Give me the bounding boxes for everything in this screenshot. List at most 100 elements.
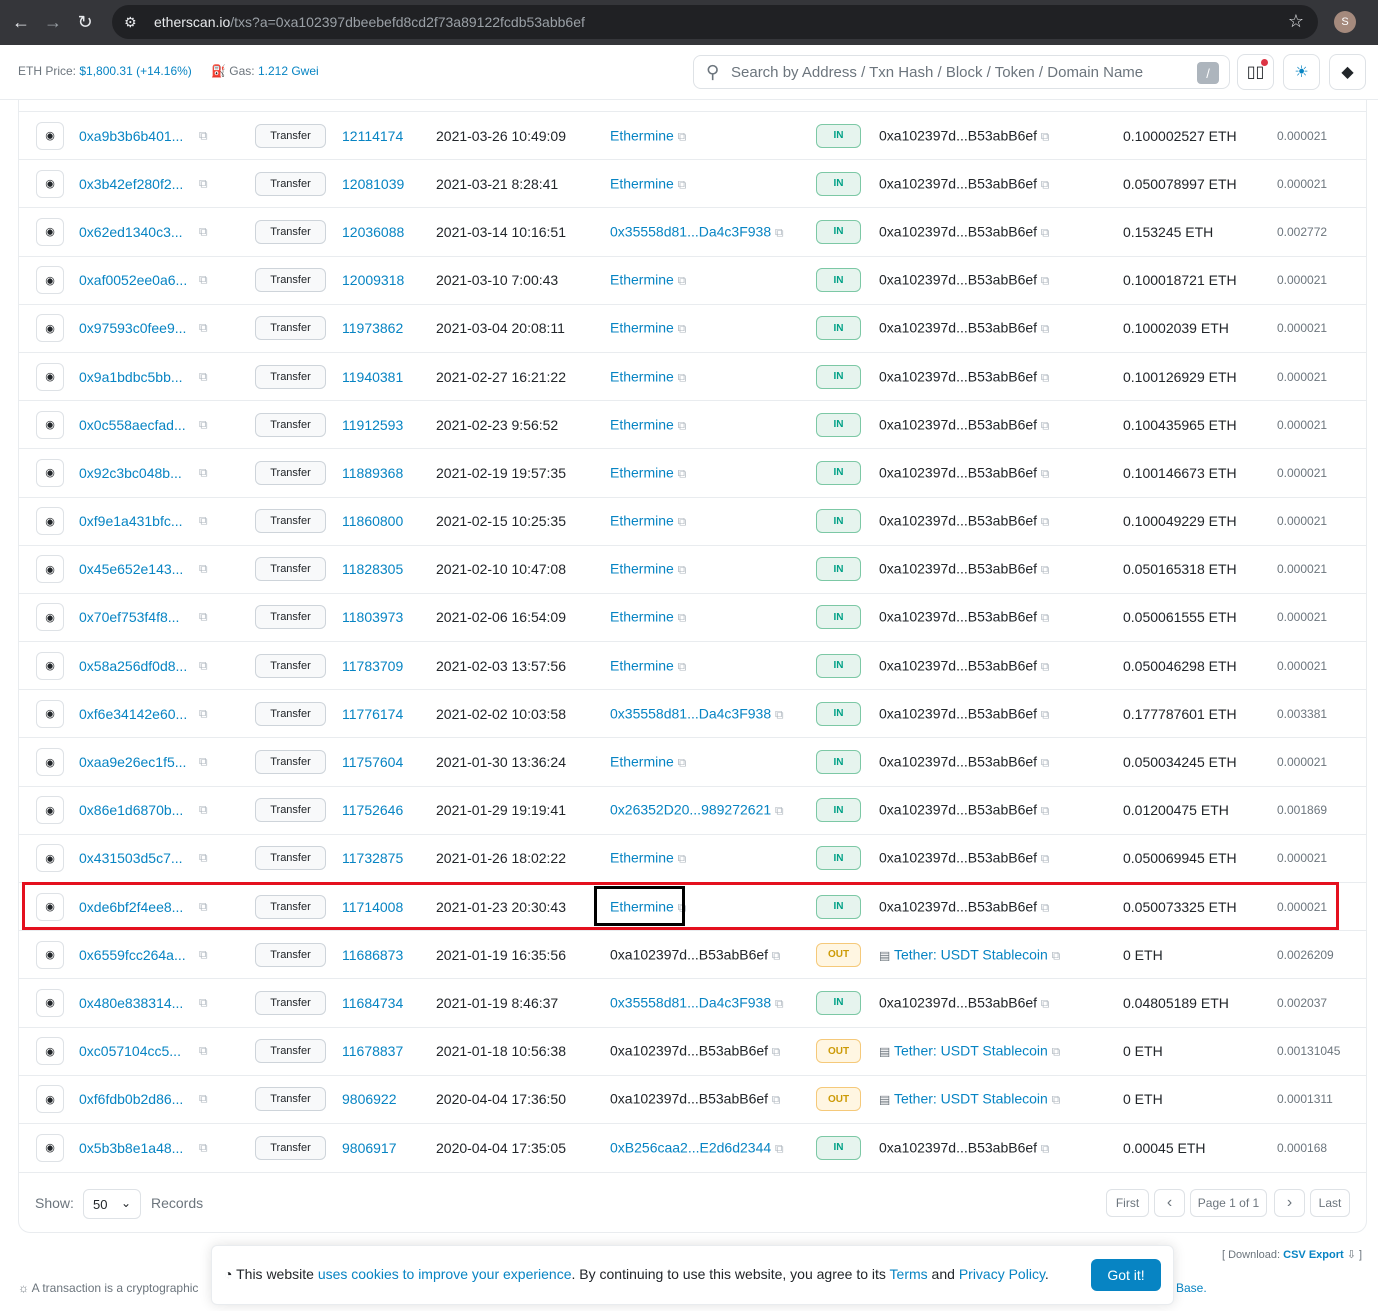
copy-icon[interactable]: ⧉ <box>772 948 781 962</box>
txn-hash-link[interactable]: 0x3b42ef280f2... <box>79 176 183 192</box>
copy-icon[interactable]: ⧉ <box>1041 418 1050 432</box>
next-page-button[interactable]: › <box>1274 1189 1305 1217</box>
txn-hash-link[interactable]: 0x97593c0fee9... <box>79 320 186 336</box>
view-details-button[interactable]: ◉ <box>36 1133 64 1162</box>
copy-icon[interactable]: ⧉ <box>1041 1141 1050 1155</box>
block-link[interactable]: 11684734 <box>342 995 403 1011</box>
block-link[interactable]: 9806917 <box>342 1140 397 1156</box>
from-address[interactable]: Ethermine ⧉ <box>610 898 686 915</box>
last-page-button[interactable]: Last <box>1310 1189 1350 1217</box>
copy-icon[interactable]: ⧉ <box>678 129 687 143</box>
block-link[interactable]: 11940381 <box>342 369 403 385</box>
copy-icon[interactable]: ⧉ <box>678 659 687 673</box>
whats-new-button[interactable]: ▯▯ <box>1237 54 1274 90</box>
copy-icon[interactable]: ⧉ <box>1041 515 1050 529</box>
copy-icon[interactable]: ⧉ <box>1041 177 1050 191</box>
view-details-button[interactable]: ◉ <box>36 507 64 536</box>
accept-cookies-button[interactable]: Got it! <box>1091 1259 1161 1291</box>
block-link[interactable]: 11803973 <box>342 609 403 625</box>
copy-icon[interactable]: ⧉ <box>199 1092 208 1107</box>
copy-icon[interactable]: ⧉ <box>678 370 687 384</box>
from-address-text[interactable]: Ethermine <box>610 609 674 625</box>
copy-icon[interactable]: ⧉ <box>678 756 687 770</box>
copy-icon[interactable]: ⧉ <box>678 900 687 914</box>
txn-hash-link[interactable]: 0x6559fcc264a... <box>79 947 186 963</box>
view-details-button[interactable]: ◉ <box>36 1037 64 1066</box>
block-link[interactable]: 11889368 <box>342 465 403 481</box>
address-bar[interactable]: ⚙ etherscan.io/txs?a=0xa102397dbeebefd8c… <box>112 5 1318 39</box>
view-details-button[interactable]: ◉ <box>36 844 64 873</box>
view-details-button[interactable]: ◉ <box>36 796 64 825</box>
network-switch-button[interactable]: ◆ <box>1329 54 1366 90</box>
copy-icon[interactable]: ⧉ <box>1041 852 1050 866</box>
txn-hash-link[interactable]: 0x92c3bc048b... <box>79 465 182 481</box>
search-input[interactable] <box>731 62 1181 82</box>
txn-hash-link[interactable]: 0x0c558aecfad... <box>79 417 186 433</box>
view-details-button[interactable]: ◉ <box>36 699 64 728</box>
to-address-text[interactable]: Tether: USDT Stablecoin <box>894 1091 1048 1107</box>
copy-icon[interactable]: ⧉ <box>199 1044 208 1059</box>
from-address[interactable]: Ethermine ⧉ <box>610 320 686 337</box>
copy-icon[interactable]: ⧉ <box>199 610 208 625</box>
from-address-text[interactable]: Ethermine <box>610 850 674 866</box>
from-address[interactable]: 0xB256caa2...E2d6d2344 ⧉ <box>610 1139 784 1156</box>
from-address[interactable]: Ethermine ⧉ <box>610 609 686 626</box>
from-address[interactable]: Ethermine ⧉ <box>610 464 686 481</box>
from-address-text[interactable]: Ethermine <box>610 272 674 288</box>
view-details-button[interactable]: ◉ <box>36 940 64 969</box>
txn-hash-link[interactable]: 0x45e652e143... <box>79 561 183 577</box>
copy-icon[interactable]: ⧉ <box>199 706 208 721</box>
site-info-icon[interactable]: ⚙ <box>124 14 144 31</box>
copy-icon[interactable]: ⧉ <box>678 611 687 625</box>
txn-hash-link[interactable]: 0x5b3b8e1a48... <box>79 1140 183 1156</box>
txn-hash-link[interactable]: 0xf9e1a431bfc... <box>79 513 183 529</box>
from-address[interactable]: Ethermine ⧉ <box>610 272 686 289</box>
txn-hash-link[interactable]: 0x58a256df0d8... <box>79 658 187 674</box>
copy-icon[interactable]: ⧉ <box>199 755 208 770</box>
profile-avatar[interactable]: S <box>1334 11 1356 33</box>
from-address-text[interactable]: Ethermine <box>610 898 674 914</box>
block-link[interactable]: 11912593 <box>342 417 403 433</box>
from-address[interactable]: Ethermine ⧉ <box>610 754 686 771</box>
copy-icon[interactable]: ⧉ <box>775 707 784 721</box>
view-details-button[interactable]: ◉ <box>36 458 64 487</box>
from-address-text[interactable]: Ethermine <box>610 127 674 143</box>
from-address-text[interactable]: Ethermine <box>610 320 674 336</box>
block-link[interactable]: 11973862 <box>342 320 403 336</box>
copy-icon[interactable]: ⧉ <box>1041 322 1050 336</box>
to-address-text[interactable]: Tether: USDT Stablecoin <box>894 1043 1048 1059</box>
copy-icon[interactable]: ⧉ <box>1041 466 1050 480</box>
copy-icon[interactable]: ⧉ <box>1041 225 1050 239</box>
block-link[interactable]: 12081039 <box>342 176 404 192</box>
view-details-button[interactable]: ◉ <box>36 266 64 295</box>
gas-value[interactable]: 1.212 Gwei <box>258 64 319 78</box>
copy-icon[interactable]: ⧉ <box>772 1093 781 1107</box>
back-arrow-icon[interactable]: ← <box>10 12 32 34</box>
block-link[interactable]: 11783709 <box>342 658 403 674</box>
copy-icon[interactable]: ⧉ <box>775 1141 784 1155</box>
copy-icon[interactable]: ⧉ <box>678 177 687 191</box>
copy-icon[interactable]: ⧉ <box>199 128 208 143</box>
view-details-button[interactable]: ◉ <box>36 748 64 777</box>
copy-icon[interactable]: ⧉ <box>1041 370 1050 384</box>
txn-hash-link[interactable]: 0x9a1bdbc5bb... <box>79 369 183 385</box>
copy-icon[interactable]: ⧉ <box>678 563 687 577</box>
view-details-button[interactable]: ◉ <box>36 988 64 1017</box>
block-link[interactable]: 11776174 <box>342 706 403 722</box>
csv-export-link[interactable]: CSV Export <box>1283 1249 1344 1261</box>
copy-icon[interactable]: ⧉ <box>1041 563 1050 577</box>
from-address[interactable]: Ethermine ⧉ <box>610 368 686 385</box>
block-link[interactable]: 11686873 <box>342 947 403 963</box>
copy-icon[interactable]: ⧉ <box>1041 611 1050 625</box>
copy-icon[interactable]: ⧉ <box>199 224 208 239</box>
from-address-text[interactable]: 0x26352D20...989272621 <box>610 802 771 818</box>
txn-hash-link[interactable]: 0xaf0052ee0a6... <box>79 272 187 288</box>
view-details-button[interactable]: ◉ <box>36 1085 64 1114</box>
txn-hash-link[interactable]: 0x70ef753f4f8... <box>79 609 179 625</box>
from-address[interactable]: 0x35558d81...Da4c3F938 ⧉ <box>610 705 784 722</box>
terms-link[interactable]: Terms <box>890 1266 928 1282</box>
from-address[interactable]: Ethermine ⧉ <box>610 513 686 530</box>
copy-icon[interactable]: ⧉ <box>775 996 784 1010</box>
to-address[interactable]: ▤ Tether: USDT Stablecoin ⧉ <box>879 1091 1060 1108</box>
txn-hash-link[interactable]: 0xde6bf2f4ee8... <box>79 899 183 915</box>
